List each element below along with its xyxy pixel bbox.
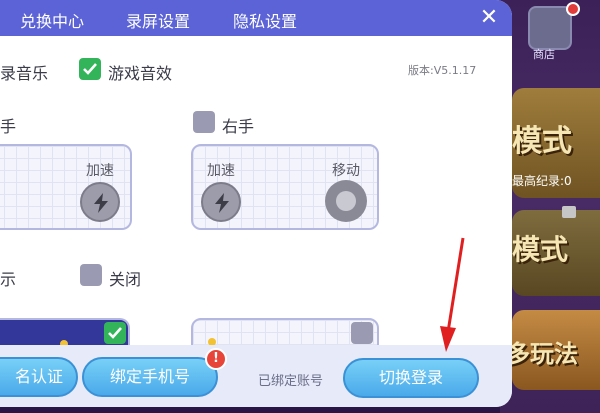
red-arrow [440, 237, 465, 352]
